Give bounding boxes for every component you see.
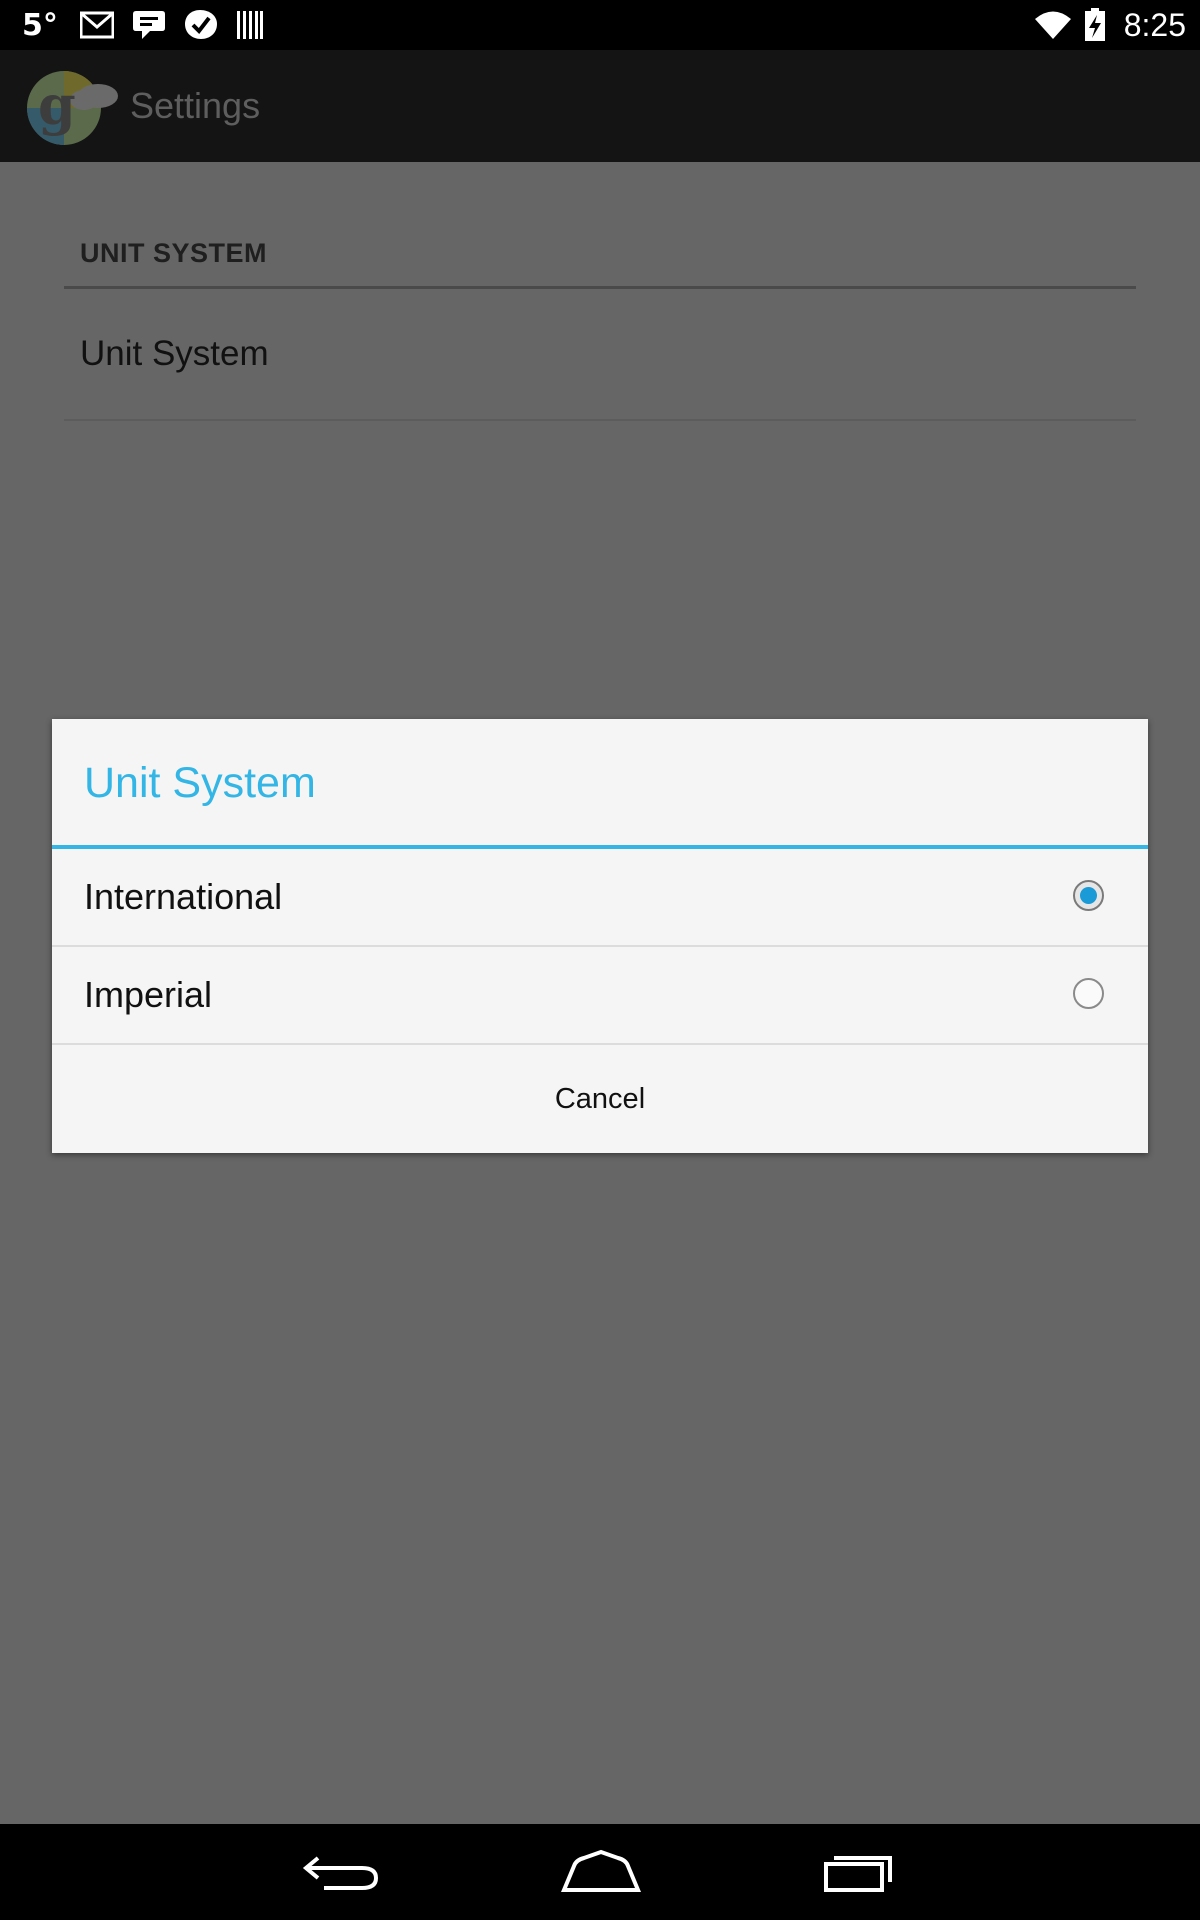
unit-system-dialog: Unit System International Imperial Cance… xyxy=(52,719,1148,1153)
back-icon[interactable] xyxy=(298,1846,388,1898)
option-label: International xyxy=(84,876,283,917)
status-bar: 5° 8:25 xyxy=(0,0,1200,50)
hangouts-icon xyxy=(132,11,165,39)
dialog-title: Unit System xyxy=(84,759,316,807)
action-bar-title: Settings xyxy=(130,85,261,126)
recents-icon[interactable] xyxy=(814,1846,904,1898)
clock-text: 8:25 xyxy=(1123,6,1186,43)
status-notifications: 5° xyxy=(22,6,264,44)
battery-charging-icon xyxy=(1084,8,1105,41)
radio-button-checked[interactable] xyxy=(1073,880,1104,911)
status-system: 8:25 xyxy=(1034,5,1186,45)
preference-divider xyxy=(64,419,1136,421)
tasks-check-icon xyxy=(184,10,217,39)
action-bar: g Settings xyxy=(0,50,1200,162)
wifi-icon xyxy=(1034,11,1071,39)
radio-button-unchecked[interactable] xyxy=(1073,978,1104,1009)
svg-text:g: g xyxy=(38,73,76,137)
navigation-bar xyxy=(0,1824,1200,1920)
home-icon[interactable] xyxy=(556,1846,646,1898)
cancel-button[interactable]: Cancel xyxy=(52,1045,1148,1153)
section-header: UNIT SYSTEM xyxy=(80,238,268,268)
weather-app-logo-icon[interactable]: g xyxy=(24,66,120,146)
screen: 5° 8:25 g Settings UNIT SYSTEM Unit Syst… xyxy=(0,0,1200,1920)
option-imperial[interactable]: Imperial xyxy=(52,947,1148,1043)
barcode-icon xyxy=(236,11,263,39)
unit-system-preference[interactable]: Unit System xyxy=(64,289,1136,419)
radio-dot xyxy=(1080,887,1097,904)
option-international[interactable]: International xyxy=(52,849,1148,945)
gmail-icon xyxy=(79,11,114,39)
preference-title: Unit System xyxy=(80,334,269,373)
temperature-text: 5° xyxy=(22,7,58,43)
option-label: Imperial xyxy=(84,974,213,1015)
